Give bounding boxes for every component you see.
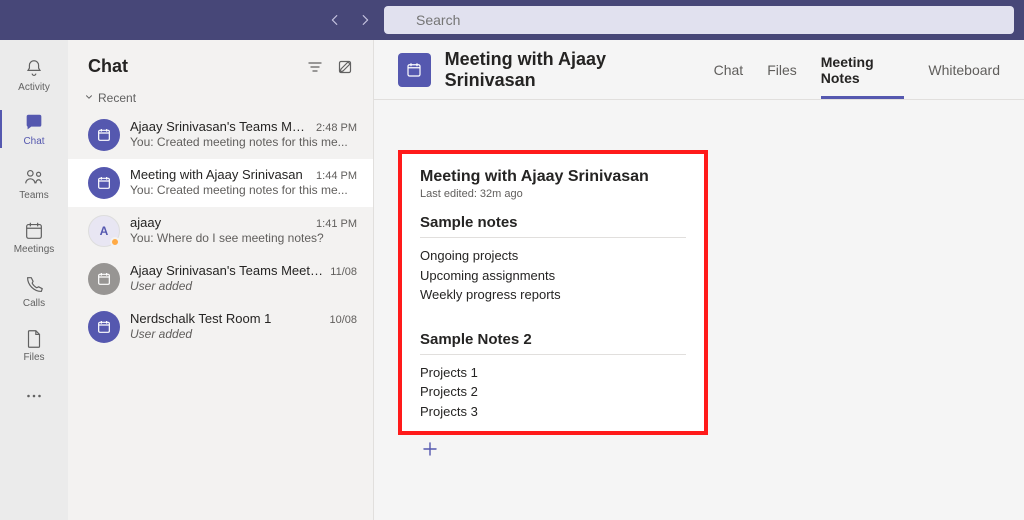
chat-item-name: Ajaay Srinivasan's Teams Meeting: [130, 263, 324, 278]
notes-line[interactable]: Upcoming assignments: [420, 266, 686, 286]
chat-item-preview: You: Where do I see meeting notes?: [130, 231, 357, 245]
chat-item[interactable]: Nerdschalk Test Room 1 10/08User added: [68, 303, 373, 351]
search-input[interactable]: [384, 6, 1014, 34]
presence-away-icon: [110, 237, 120, 247]
titlebar: [0, 0, 1024, 40]
chat-item-time: 2:48 PM: [316, 122, 357, 134]
chat-item-preview: You: Created meeting notes for this me..…: [130, 183, 357, 197]
chat-panel: Chat Recent Ajaay Srinivasan's Teams Mee…: [68, 40, 374, 520]
tab-whiteboard[interactable]: Whiteboard: [928, 40, 1000, 99]
chat-item-time: 1:44 PM: [316, 170, 357, 182]
rail-label: Files: [23, 352, 44, 363]
notes-line[interactable]: Projects 3: [420, 402, 686, 422]
rail-activity[interactable]: Activity: [0, 50, 68, 100]
chat-item-time: 11/08: [330, 266, 357, 278]
nav-arrows: [328, 13, 372, 27]
tab-files[interactable]: Files: [767, 40, 797, 99]
rail-label: Chat: [23, 136, 44, 147]
notes-last-edited: Last edited: 32m ago: [420, 188, 686, 200]
rail-teams[interactable]: Teams: [0, 158, 68, 208]
section-label-text: Recent: [98, 91, 136, 105]
tab-meeting-notes[interactable]: Meeting Notes: [821, 40, 905, 99]
chat-panel-title: Chat: [88, 56, 128, 77]
chat-item[interactable]: Ajaay Srinivasan's Teams Meeting 11/08Use…: [68, 255, 373, 303]
content-header: Meeting with Ajaay Srinivasan Chat Files M…: [374, 40, 1024, 100]
chat-item-name: Meeting with Ajaay Srinivasan: [130, 167, 310, 182]
nav-back-button[interactable]: [328, 13, 342, 27]
content-area: Meeting with Ajaay Srinivasan Chat Files M…: [374, 40, 1024, 520]
rail-label: Activity: [18, 82, 50, 93]
chat-item-name: Ajaay Srinivasan's Teams Mee...: [130, 119, 310, 134]
rail-label: Meetings: [14, 244, 55, 255]
filter-button[interactable]: [307, 59, 323, 75]
chat-item-name: ajaay: [130, 215, 310, 230]
content-title: Meeting with Ajaay Srinivasan: [445, 49, 692, 91]
chat-item[interactable]: Aajaay 1:41 PMYou: Where do I see meeting…: [68, 207, 373, 255]
notes-title[interactable]: Meeting with Ajaay Srinivasan: [420, 168, 686, 186]
rail-more-button[interactable]: [23, 376, 45, 416]
add-section-button[interactable]: [422, 441, 438, 457]
chat-item[interactable]: Ajaay Srinivasan's Teams Mee... 2:48 PMYo…: [68, 111, 373, 159]
chat-item[interactable]: Meeting with Ajaay Srinivasan 1:44 PMYou:…: [68, 159, 373, 207]
user-avatar: A: [88, 215, 120, 247]
rail-chat[interactable]: Chat: [0, 104, 68, 154]
calendar-avatar-icon: [88, 263, 120, 295]
section-recent[interactable]: Recent: [68, 87, 373, 111]
notes-section-heading[interactable]: Sample Notes 2: [420, 331, 686, 355]
bell-icon: [23, 58, 45, 80]
phone-icon: [23, 274, 45, 296]
rail-calls[interactable]: Calls: [0, 266, 68, 316]
teams-icon: [23, 166, 45, 188]
rail-label: Teams: [19, 190, 48, 201]
content-tabs: Chat Files Meeting Notes Whiteboard: [714, 40, 1000, 99]
meeting-icon: [398, 53, 431, 87]
notes-section-heading[interactable]: Sample notes: [420, 214, 686, 238]
tab-chat[interactable]: Chat: [714, 40, 744, 99]
rail-label: Calls: [23, 298, 45, 309]
chat-item-preview: You: Created meeting notes for this me..…: [130, 135, 357, 149]
notes-line[interactable]: Ongoing projects: [420, 246, 686, 266]
chat-icon: [23, 112, 45, 134]
calendar-icon: [23, 220, 45, 242]
rail-files[interactable]: Files: [0, 320, 68, 370]
meeting-notes-card: Meeting with Ajaay Srinivasan Last edite…: [398, 150, 708, 435]
nav-forward-button[interactable]: [358, 13, 372, 27]
chat-list: Ajaay Srinivasan's Teams Mee...2:48 PMYo…: [68, 111, 373, 520]
notes-line[interactable]: Weekly progress reports: [420, 285, 686, 305]
calendar-avatar-icon: [88, 119, 120, 151]
compose-button[interactable]: [337, 59, 353, 75]
notes-line[interactable]: Projects 1: [420, 363, 686, 383]
rail-meetings[interactable]: Meetings: [0, 212, 68, 262]
chat-item-preview: User added: [130, 279, 357, 293]
app-rail: Activity Chat Teams Meetings Calls Files: [0, 40, 68, 520]
calendar-avatar-icon: [88, 311, 120, 343]
chat-item-time: 1:41 PM: [316, 218, 357, 230]
calendar-avatar-icon: [88, 167, 120, 199]
chevron-down-icon: [84, 91, 94, 105]
file-icon: [23, 328, 45, 350]
chat-item-time: 10/08: [329, 314, 357, 326]
notes-line[interactable]: Projects 2: [420, 382, 686, 402]
chat-item-preview: User added: [130, 327, 357, 341]
chat-item-name: Nerdschalk Test Room 1: [130, 311, 323, 326]
